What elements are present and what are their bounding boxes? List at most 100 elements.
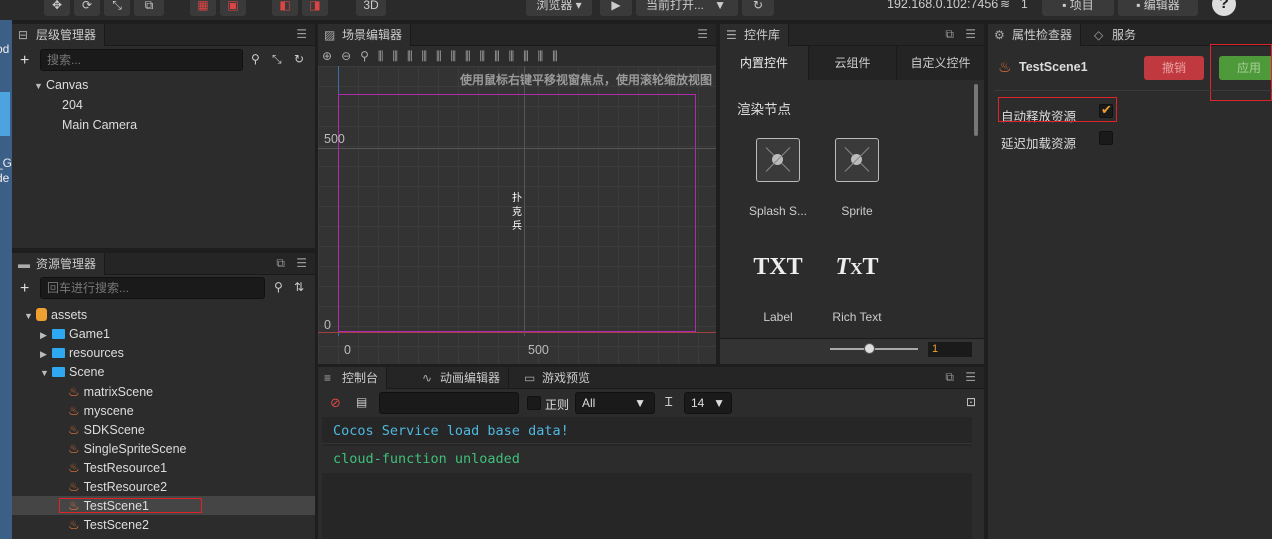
tree-node-204[interactable]: 204	[62, 96, 83, 115]
scene-item-matrixscene[interactable]: ♨ matrixScene	[68, 382, 153, 401]
tab-scene-editor[interactable]: ▨ 场景编辑器	[318, 24, 412, 46]
control-sprite[interactable]: Sprite	[817, 138, 897, 218]
rotate-tool-button[interactable]: ⟳	[74, 0, 100, 16]
control-rich-text[interactable]: TXT Rich Text	[817, 254, 897, 324]
popout-icon[interactable]: ⧉	[945, 27, 954, 42]
lazy-load-checkbox[interactable]	[1099, 131, 1113, 145]
subtab-builtin[interactable]: 内置控件	[720, 46, 808, 80]
tab-console[interactable]: ≡ 控制台	[318, 367, 388, 389]
popout-icon[interactable]: ⧉	[945, 370, 954, 385]
regex-checkbox[interactable]	[527, 396, 541, 410]
fire-icon: ♨	[68, 460, 80, 475]
zoom-value-input[interactable]: 1	[928, 342, 972, 357]
menu-icon[interactable]: ☰	[296, 256, 307, 270]
scale-tool-button[interactable]: ⤡	[104, 0, 130, 16]
add-asset-button[interactable]: +	[20, 280, 29, 298]
log-level-select[interactable]: All ▼	[575, 392, 655, 414]
scene-item-singlespritescene[interactable]: ♨ SingleSpriteScene	[68, 439, 187, 458]
chevron-down-icon: ▼	[713, 396, 725, 410]
local-button[interactable]: ▣	[220, 0, 246, 16]
sort-icon[interactable]: ⇅	[294, 280, 304, 294]
menu-icon[interactable]: ☰	[965, 370, 976, 384]
subtab-custom[interactable]: 自定义控件	[896, 46, 984, 80]
tree-node-main-camera[interactable]: Main Camera	[62, 116, 137, 135]
rect-tool-button[interactable]: ⧉	[134, 0, 164, 16]
search-icon[interactable]: ⚲	[274, 280, 283, 294]
scene-viewport[interactable]: 使用鼠标右键平移视窗焦点，使用滚轮缩放视图 500 0 0 500 扑 克 兵	[318, 66, 716, 364]
add-node-button[interactable]: +	[20, 52, 29, 70]
tree-assets-root[interactable]: ▼ assets	[24, 306, 87, 325]
zoom-out-icon[interactable]: ⊖	[341, 49, 360, 63]
tree-node-canvas[interactable]: ▼ Canvas	[34, 76, 88, 95]
tab-assets[interactable]: ▬ 资源管理器	[12, 253, 106, 275]
refresh-icon[interactable]: ↻	[294, 52, 304, 66]
tab-inspector[interactable]: ⚙ 属性检查器	[988, 24, 1082, 46]
menu-icon[interactable]: ☰	[296, 27, 307, 41]
tab-game-preview[interactable]: ▭ 游戏预览	[518, 367, 598, 389]
snap-button[interactable]: ◧	[272, 0, 298, 16]
prop-lazy-load-label: 延迟加载资源	[1001, 137, 1077, 151]
pivot-button[interactable]: ▦	[190, 0, 216, 16]
control-label[interactable]: TXT Label	[738, 254, 818, 324]
node-char: 克	[512, 207, 522, 218]
log-file-icon[interactable]: ▤	[356, 395, 367, 409]
browser-select[interactable]: 浏览器 ▾	[526, 0, 592, 16]
library-scrollbar[interactable]	[974, 84, 978, 136]
scene-node-text[interactable]: 扑 克 兵	[510, 192, 524, 234]
grid-button[interactable]: ◨	[302, 0, 328, 16]
tab-hierarchy[interactable]: ⊟ 层级管理器	[12, 24, 106, 46]
tree-folder-game1[interactable]: ▶ Game1	[40, 325, 110, 344]
view-3d-button[interactable]: 3D	[356, 0, 386, 16]
subtab-cloud[interactable]: 云组件	[808, 46, 896, 80]
scene-item-testscene2[interactable]: ♨ TestScene2	[68, 515, 149, 534]
collapse-icon[interactable]: ⤡	[272, 52, 282, 67]
refresh-button[interactable]: ↻	[742, 0, 774, 16]
tab-hierarchy-label: 层级管理器	[36, 28, 97, 42]
scene-item-sdkscene[interactable]: ♨ SDKScene	[68, 420, 145, 439]
menu-icon[interactable]: ☰	[965, 27, 976, 41]
scene-item-testresource1[interactable]: ♨ TestResource1	[68, 458, 167, 477]
zoom-slider-thumb[interactable]	[864, 343, 875, 354]
revert-button[interactable]: 撤销	[1144, 56, 1204, 80]
editor-button[interactable]: ▪ 编辑器	[1118, 0, 1198, 16]
scene-select[interactable]: 当前打开... ▼	[636, 0, 738, 16]
font-size-select[interactable]: 14 ▼	[684, 392, 732, 414]
tab-animation-editor[interactable]: ∿ 动画编辑器	[416, 367, 510, 389]
wifi-icon: ≋	[1000, 0, 1011, 11]
library-tabbar: ☰ 控件库 ⧉ ☰	[720, 24, 984, 46]
tab-control-library[interactable]: ☰ 控件库	[720, 24, 790, 46]
scene-item-myscene[interactable]: ♨ myscene	[68, 401, 134, 420]
collapse-console-icon[interactable]: ⊡	[966, 395, 976, 409]
scene-item-testresource2[interactable]: ♨ TestResource2	[68, 477, 167, 496]
folder-icon: ▪	[1062, 0, 1067, 12]
project-button[interactable]: ▪ 项目	[1042, 0, 1114, 16]
tree-folder-scene[interactable]: ▼ Scene	[40, 363, 104, 382]
testscene1-highlight-box	[59, 498, 202, 513]
expand-arrow-icon: ▶	[40, 349, 47, 359]
popout-icon[interactable]: ⧉	[276, 256, 285, 271]
align-icons[interactable]: ⫼⫼⫼⫼⫼⫼⫼⫼⫼⫼⫼⫼⫼	[378, 49, 567, 63]
console-filter-input[interactable]	[379, 392, 519, 414]
scene-label: myscene	[83, 404, 134, 418]
scene-label: SDKScene	[83, 423, 145, 437]
search-icon[interactable]: ⚲	[251, 52, 260, 66]
font-size-value: 14	[691, 396, 705, 410]
tree-folder-resources[interactable]: ▶ resources	[40, 344, 124, 363]
zoom-reset-icon[interactable]: ⚲	[360, 49, 378, 63]
zoom-in-icon[interactable]: ⊕	[322, 49, 341, 63]
log-level-value: All	[582, 396, 596, 410]
fire-icon: ♨	[68, 479, 80, 494]
menu-icon[interactable]: ☰	[697, 27, 708, 41]
control-splash-sprite[interactable]: Splash S...	[738, 138, 818, 218]
scene-label: TestScene2	[83, 518, 149, 532]
hierarchy-search-input[interactable]: 搜索...	[40, 49, 243, 71]
tab-services[interactable]: ◇ 服务	[1088, 24, 1144, 46]
clear-icon[interactable]: ⊘	[330, 395, 341, 411]
txt-icon: TXT	[753, 254, 803, 280]
assets-search-input[interactable]: 回车进行搜索...	[40, 277, 265, 299]
device-count: 1	[1021, 0, 1028, 11]
play-button[interactable]: ▶	[600, 0, 632, 16]
move-tool-button[interactable]: ✥	[44, 0, 70, 16]
chevron-down-icon: ▼	[634, 396, 646, 410]
folder-icon: ▬	[18, 257, 30, 271]
